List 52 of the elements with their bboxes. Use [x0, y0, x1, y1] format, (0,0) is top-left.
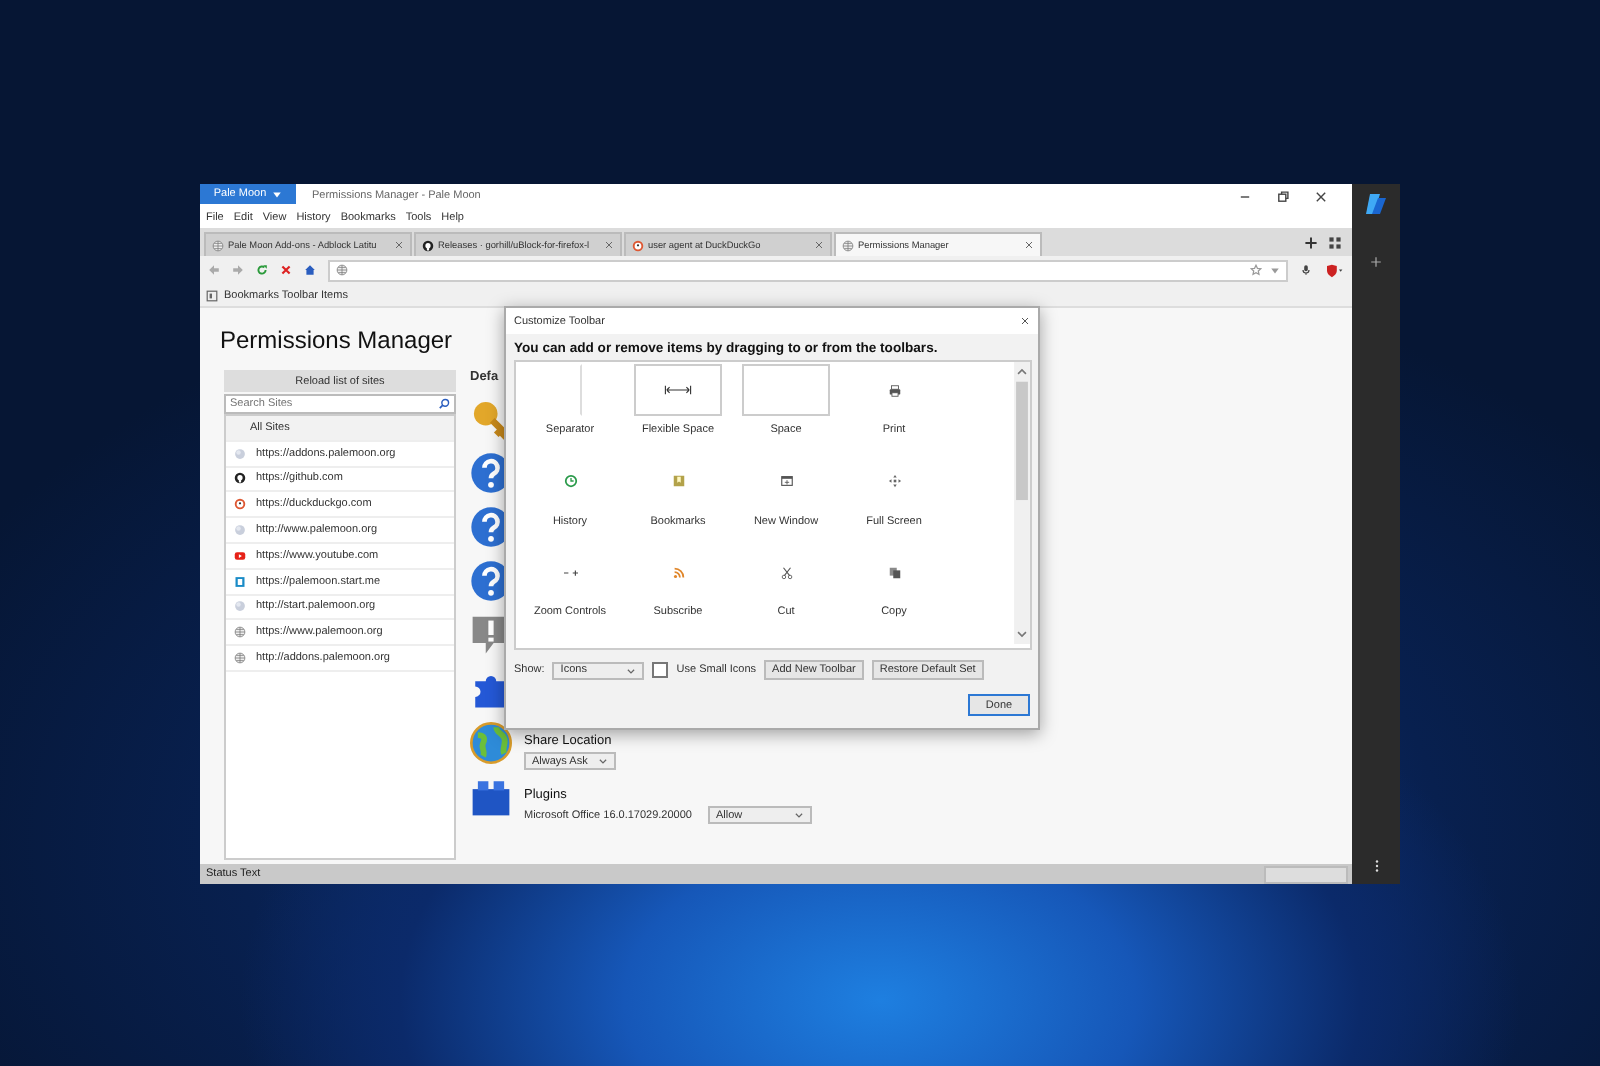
- caret-icon: [272, 189, 283, 199]
- window-icon: [779, 474, 793, 488]
- duck-icon: [234, 498, 246, 511]
- feed-icon: [671, 565, 685, 579]
- globe-icon: [234, 524, 246, 537]
- address-field[interactable]: [328, 259, 1288, 281]
- scrollbar[interactable]: [1014, 362, 1030, 644]
- globe-icon: [234, 626, 246, 639]
- star-icon[interactable]: [1250, 264, 1262, 276]
- page-title: Permissions Manager: [220, 326, 453, 354]
- microphone-icon[interactable]: [1300, 264, 1312, 276]
- stop-icon[interactable]: [280, 264, 292, 276]
- cat-silhouette-icon: [422, 239, 434, 251]
- clock-icon: [563, 474, 577, 488]
- four-arrows-icon: [887, 474, 901, 488]
- globe-icon: [234, 447, 246, 460]
- globe-icon: [234, 652, 246, 665]
- copy-icon: [887, 565, 901, 579]
- shield-icon[interactable]: [1324, 263, 1344, 277]
- building-brick-icon: [470, 776, 512, 818]
- caret-icon: [598, 756, 608, 766]
- plus-icon[interactable]: [1304, 236, 1318, 250]
- plus-icon[interactable]: [1370, 256, 1382, 268]
- restore-icon[interactable]: [1276, 189, 1290, 203]
- close-icon[interactable]: [1314, 189, 1328, 203]
- reload-icon[interactable]: [256, 264, 268, 276]
- caret-icon: [626, 665, 637, 675]
- printer-icon: [887, 383, 901, 397]
- caret-icon[interactable]: [1270, 265, 1280, 275]
- grid-icon[interactable]: [1328, 236, 1342, 250]
- globe-icon: [234, 600, 246, 613]
- more-icon[interactable]: [1373, 858, 1379, 874]
- globe-icon: [336, 264, 348, 276]
- globe-icon: [212, 239, 224, 251]
- close-icon[interactable]: [1024, 240, 1034, 250]
- cat-silhouette-icon: [234, 472, 246, 485]
- globe-icon: [842, 239, 854, 251]
- page-icon: [234, 575, 246, 588]
- earth-icon: [470, 722, 512, 764]
- play-icon: [234, 549, 246, 562]
- app-logo-icon[interactable]: [1364, 192, 1388, 216]
- checkbox[interactable]: [652, 662, 669, 678]
- home-icon[interactable]: [304, 264, 316, 276]
- status-panel: [1264, 865, 1348, 883]
- duck-icon: [632, 239, 644, 251]
- search-icon: [438, 398, 450, 410]
- minus-plus-icon: [563, 565, 577, 579]
- close-icon[interactable]: [1020, 316, 1030, 326]
- double-arrow-icon: [664, 384, 692, 396]
- caret-icon: [793, 810, 804, 820]
- scissors-icon: [779, 565, 793, 579]
- bookmark-book-icon: [671, 474, 685, 488]
